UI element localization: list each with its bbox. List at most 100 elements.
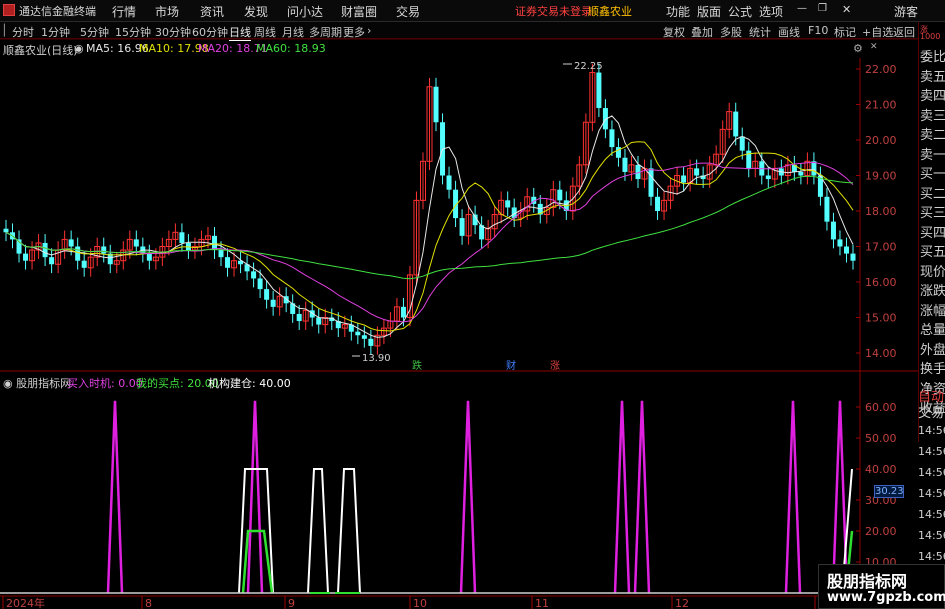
ind-tick-label-0: 60.00	[865, 401, 897, 414]
buy-timing-spike-1	[246, 400, 264, 594]
trading-app: { "app": {"title": "通达信金融终端"}, "menu": {…	[0, 0, 945, 609]
quote-label-13: 涨幅	[920, 303, 945, 319]
rp-top-small-1: 1000	[920, 32, 941, 41]
quote-label-0: 委比	[920, 50, 945, 65]
price-tick-label-0: 22.00	[865, 63, 897, 76]
watermark-title: 股朋指标网	[827, 572, 908, 591]
ma60-line	[5, 175, 854, 280]
quote-label-3: 卖三	[920, 108, 945, 124]
candle-body-7	[49, 257, 55, 265]
quote-label-6: 买一	[920, 167, 945, 182]
candle-body-106	[694, 168, 700, 176]
price-tick-label-3: 19.00	[865, 170, 897, 183]
candle-body-3	[23, 253, 29, 261]
cursor-value-badge: 30.23	[874, 485, 904, 498]
price-tick-label-6: 16.00	[865, 276, 897, 289]
ind-tick-label-4: 20.00	[865, 525, 897, 538]
date-label-2: 9	[288, 597, 295, 609]
candle-body-113	[739, 136, 745, 151]
quote-label-1: 卖五	[920, 69, 945, 85]
candle-body-100	[655, 196, 661, 211]
tick-time-0: 14:56	[918, 424, 945, 437]
candle-body-55	[361, 335, 367, 339]
candle-body-0	[3, 228, 9, 233]
candle-body-129	[843, 246, 849, 254]
candle-body-68	[446, 175, 452, 190]
candle-body-126	[824, 196, 830, 222]
institution-plateau-1	[307, 468, 329, 594]
date-label-1: 8	[145, 597, 152, 609]
candle-body-66	[433, 86, 439, 123]
quote-label-8: 买三	[920, 206, 945, 221]
quote-label-12: 涨跌	[920, 284, 945, 299]
axes: 22.00 21.00 20.00 19.00 18.00 17.00 16.00 15.00…	[2, 63, 897, 609]
date-label-0: 2024年	[6, 596, 45, 609]
kline-chart-svg[interactable]: 22.25 13.90 跌 财 涨 22.00 21.00 20.00 19.00 18.00 1…	[0, 0, 945, 609]
tick-time-3: 14:56	[918, 487, 945, 500]
candle-body-70	[459, 218, 465, 236]
candle-body-11	[75, 246, 81, 261]
candle-body-91	[596, 72, 602, 109]
candle-body-61	[400, 306, 406, 318]
candle-body-6	[42, 242, 48, 258]
site-watermark: 股朋指标网 www.7gpzb.com	[818, 564, 945, 609]
quote-label-14: 总量	[920, 323, 945, 338]
candle-body-33	[218, 250, 224, 258]
quote-label-7: 买二	[920, 186, 945, 202]
ma10-line	[5, 141, 854, 332]
high-price-label: 22.25	[574, 61, 603, 72]
quote-label-10: 买五	[920, 245, 945, 260]
price-tick-label-8: 14.00	[865, 347, 897, 360]
candle-body-20	[133, 239, 139, 247]
quote-label-5: 卖一	[920, 147, 945, 163]
candle-body-56	[368, 338, 374, 346]
tick-time-1: 14:56	[918, 445, 945, 458]
indicator-series	[0, 400, 856, 594]
price-tick-label-7: 15.00	[865, 312, 897, 325]
tick-time-4: 14:56	[918, 508, 945, 521]
date-label-4: 11	[535, 597, 549, 609]
buy-timing-spike-4	[633, 400, 651, 594]
candle-body-124	[811, 161, 817, 176]
candle-body-45	[296, 313, 302, 322]
candle-body-40	[264, 289, 270, 300]
ind-tick-label-1: 50.00	[865, 432, 897, 445]
buy-timing-spike-3	[613, 400, 631, 594]
candle-body-127	[830, 221, 836, 240]
candle-body-22	[146, 253, 152, 261]
candle-body-54	[355, 331, 361, 336]
candle-body-130	[850, 253, 856, 261]
tick-time-6: 14:56	[918, 550, 945, 563]
candle-body-112	[733, 111, 739, 137]
price-tick-label-4: 18.00	[865, 205, 897, 218]
candle-body-32	[211, 235, 217, 251]
quote-label-11: 现价	[920, 264, 945, 280]
trade-label[interactable]: 交易	[918, 402, 945, 421]
candle-body-41	[270, 299, 276, 307]
candle-body-128	[837, 239, 843, 247]
ind-tick-label-2: 40.00	[865, 463, 897, 476]
candle-body-15	[101, 246, 107, 254]
candle-body-104	[681, 175, 687, 183]
quote-label-9: 买四	[920, 225, 945, 241]
candle-body-10	[68, 239, 74, 247]
candle-body-93	[609, 129, 615, 148]
institution-plateau-2	[337, 468, 361, 594]
candlestick-series: 22.25 13.90 跌 财 涨	[3, 61, 856, 372]
quote-label-2: 卖四	[920, 89, 945, 104]
date-label-3: 10	[413, 597, 427, 609]
candle-body-77	[505, 200, 511, 208]
event-marker-2: 涨	[550, 360, 560, 372]
candle-body-99	[648, 168, 654, 197]
candle-body-85	[557, 189, 563, 201]
buy-timing-spike-2	[459, 400, 477, 594]
tick-time-2: 14:56	[918, 466, 945, 479]
candle-body-27	[179, 232, 185, 243]
candle-body-38	[251, 271, 257, 279]
chart-grid	[0, 38, 918, 600]
quote-label-4: 卖二	[920, 128, 945, 143]
date-label-5: 12	[675, 597, 689, 609]
watermark-url: www.7gpzb.com	[827, 590, 945, 605]
tick-time-5: 14:56	[918, 529, 945, 542]
candle-body-34	[225, 257, 231, 268]
